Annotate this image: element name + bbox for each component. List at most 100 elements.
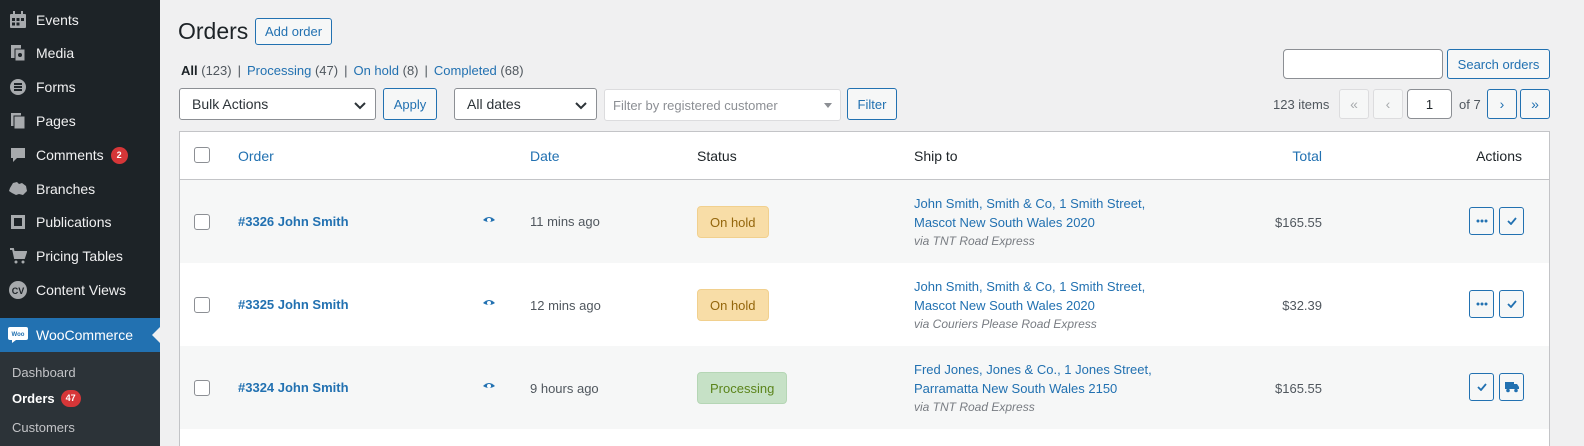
sidebar-item-content-views[interactable]: CV Content Views — [0, 273, 160, 307]
submenu-item-customers[interactable]: Customers — [12, 420, 75, 435]
calendar-icon — [0, 11, 36, 29]
total-pages: of 7 — [1459, 97, 1481, 112]
current-menu-arrow — [152, 327, 160, 343]
table-row[interactable]: #3326 John Smith 11 mins ago On hold Joh… — [180, 180, 1549, 263]
filter-button[interactable]: Filter — [847, 88, 897, 120]
view-on-hold[interactable]: On hold — [353, 63, 399, 78]
ship-address-line2[interactable]: Mascot New South Wales 2020 — [914, 213, 1145, 232]
sidebar-item-label: Pricing Tables — [36, 248, 123, 264]
order-status-views: All (123) | Processing (47) | On hold (8… — [181, 63, 524, 78]
sidebar-item-media[interactable]: Media — [0, 36, 160, 70]
row-checkbox[interactable] — [194, 214, 210, 230]
submenu-item-dashboard[interactable]: Dashboard — [12, 365, 76, 380]
eye-icon[interactable] — [482, 214, 496, 231]
sidebar-item-woocommerce[interactable]: Woo WooCommerce — [0, 318, 160, 352]
status-badge: On hold — [697, 289, 769, 321]
complete-order-button[interactable] — [1499, 290, 1524, 318]
submenu-item-orders[interactable]: Orders 47 — [12, 390, 81, 407]
view-count: (68) — [500, 63, 524, 78]
prev-page-button[interactable]: ‹ — [1373, 89, 1403, 119]
view-completed[interactable]: Completed — [434, 63, 497, 78]
sidebar-item-label: Forms — [36, 79, 76, 95]
status-badge: Processing — [697, 372, 788, 404]
shipping-method: via TNT Road Express — [914, 400, 1035, 414]
view-processing[interactable]: Processing — [247, 63, 311, 78]
sidebar-item-pages[interactable]: Pages — [0, 104, 160, 138]
view-count: (123) — [201, 63, 232, 78]
order-link[interactable]: #3325 John Smith — [238, 297, 349, 312]
eye-icon[interactable] — [482, 297, 496, 314]
complete-order-button[interactable] — [1469, 373, 1494, 401]
ship-address-line1[interactable]: John Smith, Smith & Co, 1 Smith Street, — [914, 277, 1145, 296]
sidebar-item-branches[interactable]: Branches — [0, 172, 160, 206]
table-row[interactable]: #3325 John Smith 12 mins ago On hold Joh… — [180, 263, 1549, 346]
customer-filter-select[interactable]: Filter by registered customer — [604, 89, 841, 121]
map-icon — [0, 180, 36, 198]
order-date: 9 hours ago — [530, 381, 599, 396]
shipping-label-button[interactable] — [1499, 373, 1524, 401]
column-ship-to: Ship to — [914, 148, 958, 164]
more-actions-button[interactable] — [1469, 290, 1494, 318]
dates-select[interactable]: All dates — [454, 88, 597, 120]
shipping-method: via Couriers Please Road Express — [914, 317, 1097, 331]
select-all-checkbox[interactable] — [194, 147, 210, 163]
svg-text:Woo: Woo — [12, 332, 25, 338]
apply-button[interactable]: Apply — [383, 88, 437, 120]
ship-address-line2[interactable]: Parramatta New South Wales 2150 — [914, 379, 1152, 398]
column-actions: Actions — [1476, 148, 1522, 164]
last-page-button[interactable]: » — [1520, 89, 1550, 119]
truck-icon — [1504, 382, 1519, 393]
column-total[interactable]: Total — [1292, 148, 1322, 164]
ellipsis-icon — [1476, 219, 1487, 223]
sidebar-item-label: Media — [36, 45, 75, 61]
sidebar-item-comments[interactable]: Comments 2 — [0, 138, 160, 172]
column-date[interactable]: Date — [530, 148, 560, 164]
current-page-input[interactable]: 1 — [1407, 89, 1452, 119]
orders-table: Order Date Status Ship to Total Actions … — [179, 131, 1550, 446]
order-link[interactable]: #3324 John Smith — [238, 380, 349, 395]
dates-value: All dates — [467, 96, 521, 112]
chevron-down-icon — [353, 98, 367, 115]
sidebar-item-pricing-tables[interactable]: Pricing Tables — [0, 239, 160, 273]
sidebar-item-events[interactable]: Events — [0, 3, 160, 37]
column-status: Status — [697, 148, 737, 164]
orders-count-badge: 47 — [60, 390, 81, 407]
sidebar-item-label: Comments — [36, 147, 104, 163]
complete-order-button[interactable] — [1499, 207, 1524, 235]
sidebar-item-publications[interactable]: Publications — [0, 205, 160, 239]
order-link[interactable]: #3326 John Smith — [238, 214, 349, 229]
ship-address-line1[interactable]: Fred Jones, Jones & Co., 1 Jones Street, — [914, 360, 1152, 379]
sidebar-item-forms[interactable]: Forms — [0, 70, 160, 104]
cv-icon: CV — [0, 280, 36, 300]
ship-to: John Smith, Smith & Co, 1 Smith Street, … — [914, 277, 1145, 334]
view-separator: | — [344, 63, 348, 78]
search-orders-button[interactable]: Search orders — [1447, 49, 1550, 79]
add-order-button[interactable]: Add order — [255, 18, 333, 45]
ship-address-line2[interactable]: Mascot New South Wales 2020 — [914, 296, 1145, 315]
ship-address-line1[interactable]: John Smith, Smith & Co, 1 Smith Street, — [914, 194, 1145, 213]
submenu-item-label: Orders — [12, 391, 55, 406]
table-row[interactable]: #3324 John Smith 9 hours ago Processing … — [180, 346, 1549, 429]
shipping-method: via TNT Road Express — [914, 234, 1035, 248]
row-checkbox[interactable] — [194, 297, 210, 313]
submenu-item-label: Customers — [12, 420, 75, 435]
column-order[interactable]: Order — [238, 148, 274, 164]
submenu-item-label: Dashboard — [12, 365, 76, 380]
comments-icon — [0, 146, 36, 164]
row-checkbox[interactable] — [194, 380, 210, 396]
bulk-actions-select[interactable]: Bulk Actions — [179, 88, 376, 120]
order-date: 11 mins ago — [530, 214, 600, 229]
more-actions-button[interactable] — [1469, 207, 1494, 235]
order-total: $165.55 — [1275, 215, 1322, 230]
forms-icon — [0, 78, 36, 96]
page-title: Orders — [178, 18, 249, 44]
view-all[interactable]: All — [181, 63, 198, 78]
next-page-button[interactable]: › — [1487, 89, 1517, 119]
search-input[interactable] — [1283, 49, 1443, 79]
first-page-button[interactable]: « — [1339, 89, 1369, 119]
svg-text:CV: CV — [12, 286, 25, 296]
order-total: $165.55 — [1275, 381, 1322, 396]
woocommerce-icon: Woo — [0, 327, 36, 343]
view-separator: | — [237, 63, 241, 78]
eye-icon[interactable] — [482, 380, 496, 397]
